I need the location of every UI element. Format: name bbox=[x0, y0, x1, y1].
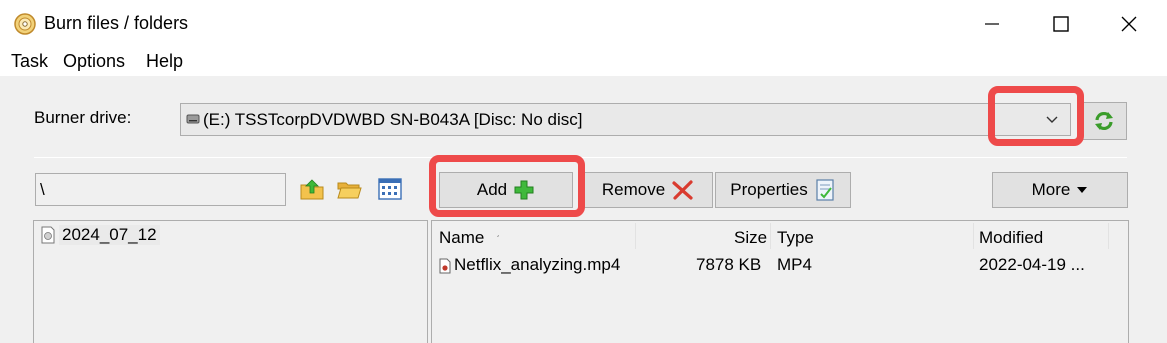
menu-options[interactable]: Options bbox=[62, 51, 126, 72]
drive-icon bbox=[186, 114, 200, 124]
remove-x-icon bbox=[672, 180, 693, 200]
plus-icon bbox=[514, 180, 534, 200]
file-name: Netflix_analyzing.mp4 bbox=[454, 255, 621, 274]
properties-button-label: Properties bbox=[730, 180, 808, 199]
menu-bar: Task Options Help bbox=[0, 48, 1167, 76]
remove-button-label: Remove bbox=[601, 180, 666, 199]
sort-indicator-icon: ˊ bbox=[496, 235, 500, 246]
title-bar: Burn files / folders bbox=[0, 0, 1167, 48]
menu-task[interactable]: Task bbox=[10, 51, 49, 72]
burner-drive-dropdown[interactable]: (E:) TSSTcorpDVDWBD SN-B043A [Disc: No d… bbox=[180, 103, 1071, 136]
main-content: Burner drive: (E:) TSSTcorpDVDWBD SN-B04… bbox=[0, 76, 1167, 343]
video-file-icon bbox=[439, 258, 451, 274]
column-header-type[interactable]: Type bbox=[777, 228, 814, 248]
burner-drive-value: (E:) TSSTcorpDVDWBD SN-B043A [Disc: No d… bbox=[203, 110, 583, 129]
properties-document-icon bbox=[816, 179, 834, 201]
close-icon bbox=[1121, 16, 1137, 32]
remove-button[interactable]: Remove bbox=[584, 172, 713, 208]
open-folder-icon[interactable] bbox=[336, 176, 362, 202]
more-button[interactable]: More bbox=[992, 172, 1128, 208]
separator bbox=[34, 157, 1127, 158]
add-button[interactable]: Add bbox=[439, 172, 573, 208]
file-list: Name ˊ Size Type Modified Netflix_analyzi… bbox=[431, 220, 1129, 343]
folder-tree: 2024_07_12 bbox=[33, 220, 428, 343]
file-modified: 2022-04-19 ... bbox=[979, 255, 1085, 274]
burner-drive-label: Burner drive: bbox=[34, 108, 132, 127]
close-button[interactable] bbox=[1090, 0, 1167, 48]
path-input[interactable] bbox=[35, 173, 286, 206]
menu-help[interactable]: Help bbox=[145, 51, 184, 72]
caret-down-icon bbox=[1077, 187, 1088, 193]
disc-node-icon bbox=[41, 226, 55, 244]
dropdown-arrow-button[interactable] bbox=[1034, 104, 1070, 135]
chevron-down-icon bbox=[1046, 116, 1058, 123]
more-button-label: More bbox=[1031, 180, 1071, 199]
column-divider[interactable] bbox=[635, 223, 636, 249]
view-details-icon[interactable] bbox=[377, 176, 403, 202]
column-divider[interactable] bbox=[1108, 223, 1109, 249]
refresh-button[interactable] bbox=[1081, 102, 1127, 140]
file-type: MP4 bbox=[777, 255, 812, 274]
column-divider[interactable] bbox=[973, 223, 974, 249]
column-header-size[interactable]: Size bbox=[734, 228, 767, 248]
tree-item[interactable]: 2024_07_12 bbox=[41, 225, 160, 245]
folder-up-icon[interactable] bbox=[299, 176, 325, 202]
properties-button[interactable]: Properties bbox=[715, 172, 851, 208]
minimize-icon bbox=[985, 23, 999, 25]
column-divider[interactable] bbox=[770, 223, 771, 249]
disc-icon bbox=[14, 13, 36, 35]
maximize-button[interactable] bbox=[1022, 0, 1100, 48]
column-header-name[interactable]: Name ˊ bbox=[439, 228, 500, 248]
list-header: Name ˊ Size Type Modified bbox=[432, 221, 1128, 251]
maximize-icon bbox=[1053, 16, 1069, 32]
file-size: 7878 KB bbox=[696, 255, 762, 274]
table-row[interactable]: Netflix_analyzing.mp4 7878 KB MP4 2022-0… bbox=[432, 253, 1128, 279]
window-title: Burn files / folders bbox=[44, 13, 189, 33]
refresh-icon bbox=[1095, 111, 1113, 131]
minimize-button[interactable] bbox=[953, 0, 1031, 48]
column-header-modified[interactable]: Modified bbox=[979, 228, 1043, 248]
tree-item-label: 2024_07_12 bbox=[59, 225, 160, 245]
add-button-label: Add bbox=[476, 180, 508, 199]
